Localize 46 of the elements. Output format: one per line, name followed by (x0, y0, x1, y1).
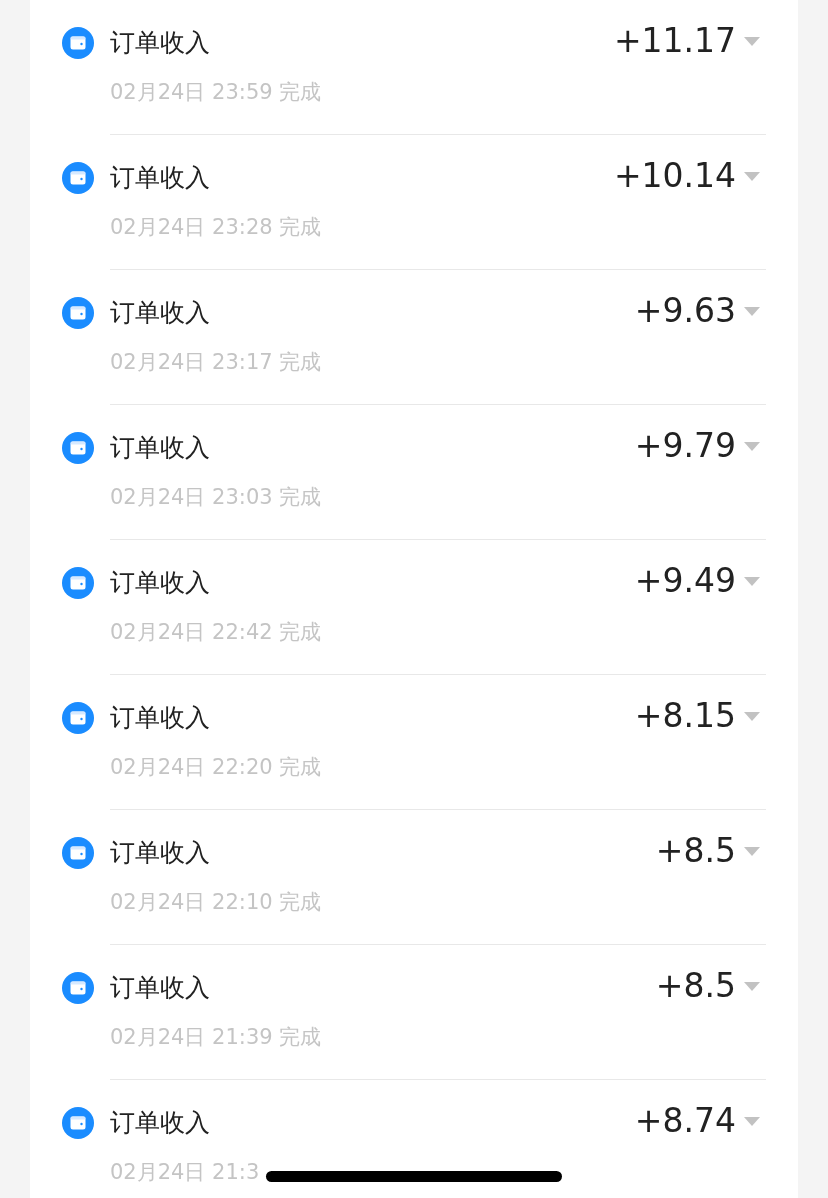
wallet-icon (62, 972, 94, 1004)
amount: +8.15 (634, 698, 736, 734)
record-title: 订单收入 (110, 297, 210, 329)
amount: +8.5 (655, 968, 736, 1004)
caret-icon[interactable] (744, 307, 760, 317)
caret-icon[interactable] (744, 172, 760, 182)
wallet-icon (62, 162, 94, 194)
caret-icon[interactable] (744, 442, 760, 452)
home-indicator[interactable] (266, 1171, 562, 1182)
caret-icon[interactable] (744, 847, 760, 857)
record-time: 02月24日 22:10 完成 (110, 889, 322, 916)
record-title: 订单收入 (110, 837, 210, 869)
wallet-icon (62, 567, 94, 599)
amount: +9.63 (634, 293, 736, 329)
caret-icon[interactable] (744, 982, 760, 992)
record-time: 02月24日 23:03 完成 (110, 484, 322, 511)
amount: +9.79 (634, 428, 736, 464)
record-time: 02月24日 21:39 完成 (110, 1024, 322, 1051)
record-title: 订单收入 (110, 1107, 210, 1139)
amount: +8.5 (655, 833, 736, 869)
record-title: 订单收入 (110, 432, 210, 464)
caret-icon[interactable] (744, 577, 760, 587)
record-time: 02月24日 22:20 完成 (110, 754, 322, 781)
record-title: 订单收入 (110, 702, 210, 734)
record-time: 02月24日 23:17 完成 (110, 349, 322, 376)
wallet-icon (62, 837, 94, 869)
wallet-icon (62, 432, 94, 464)
wallet-icon (62, 297, 94, 329)
record-title: 订单收入 (110, 567, 210, 599)
amount: +11.17 (613, 23, 736, 59)
record-title: 订单收入 (110, 972, 210, 1004)
record-time: 02月24日 23:59 完成 (110, 79, 322, 106)
wallet-icon (62, 1107, 94, 1139)
record-time: 02月24日 22:42 完成 (110, 619, 322, 646)
amount: +9.49 (634, 563, 736, 599)
caret-icon[interactable] (744, 1117, 760, 1127)
amount: +8.74 (634, 1103, 736, 1139)
record-title: 订单收入 (110, 162, 210, 194)
record-time: 02月24日 21:3 (110, 1159, 260, 1186)
wallet-icon (62, 702, 94, 734)
caret-icon[interactable] (744, 712, 760, 722)
wallet-icon (62, 27, 94, 59)
amount: +10.14 (613, 158, 736, 194)
record-title: 订单收入 (110, 27, 210, 59)
caret-icon[interactable] (744, 37, 760, 47)
record-time: 02月24日 23:28 完成 (110, 214, 322, 241)
